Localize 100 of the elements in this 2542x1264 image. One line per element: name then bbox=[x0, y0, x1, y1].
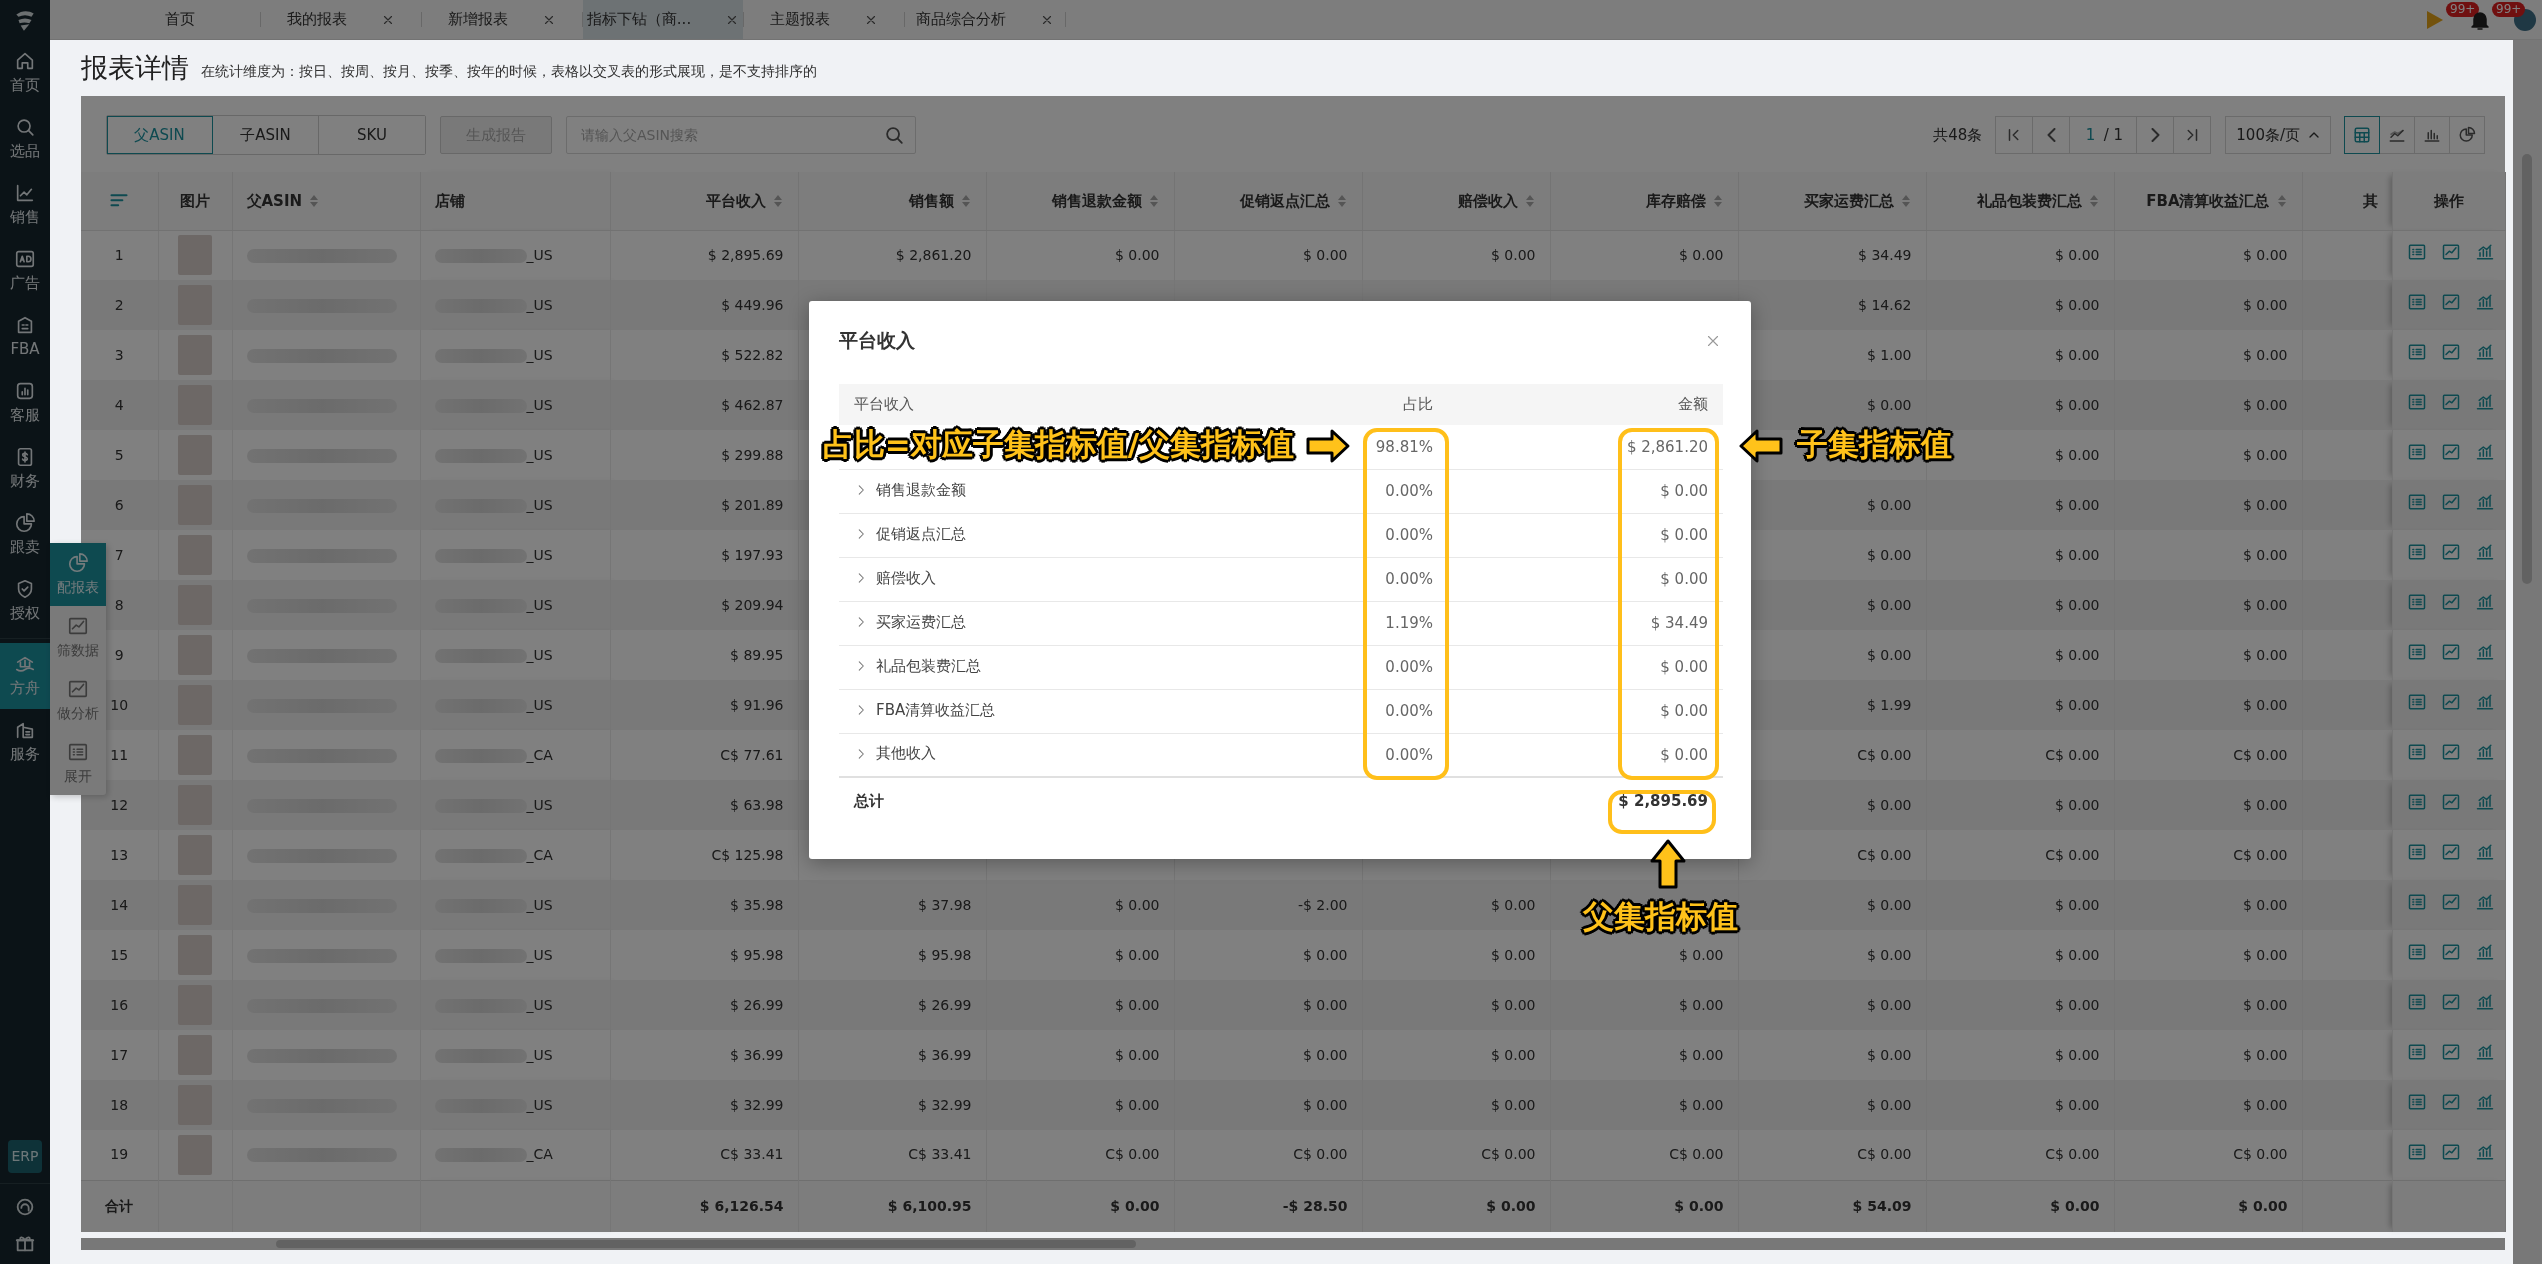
nav-item[interactable]: 财务 bbox=[0, 436, 50, 502]
row-number: 4 bbox=[81, 380, 158, 430]
bar-chart-icon[interactable] bbox=[2474, 692, 2495, 712]
list-icon[interactable] bbox=[2406, 542, 2427, 562]
segment-tab[interactable]: 父ASIN bbox=[107, 116, 213, 154]
line-chart-icon[interactable] bbox=[2440, 442, 2461, 462]
view-toggle-button[interactable] bbox=[2344, 116, 2380, 154]
list-icon[interactable] bbox=[2406, 692, 2427, 712]
tab[interactable]: 首页 bbox=[100, 0, 260, 39]
line-chart-icon[interactable] bbox=[2440, 892, 2461, 912]
nav-item[interactable]: 客服 bbox=[0, 370, 50, 436]
table-cell: $ 0.00 bbox=[986, 930, 1174, 980]
bar-chart-icon[interactable] bbox=[2474, 742, 2495, 762]
flyout-item[interactable]: 配报表 bbox=[50, 543, 106, 606]
photo-placeholder bbox=[178, 435, 212, 475]
nav-item[interactable]: 方舟 bbox=[0, 643, 50, 709]
list-icon[interactable] bbox=[2406, 442, 2427, 462]
tab[interactable]: 主题报表 bbox=[744, 0, 904, 39]
bar-chart-icon[interactable] bbox=[2474, 492, 2495, 512]
bar-chart-icon[interactable] bbox=[2474, 942, 2495, 962]
line-chart-icon[interactable] bbox=[2440, 842, 2461, 862]
line-chart-icon[interactable] bbox=[2440, 392, 2461, 412]
table-cell: $ 0.00 bbox=[1926, 530, 2114, 580]
last-page-button[interactable] bbox=[2173, 116, 2212, 154]
list-icon[interactable] bbox=[2406, 742, 2427, 762]
nav-label: 客服 bbox=[10, 404, 40, 426]
page-size-select[interactable]: 100条/页 bbox=[2225, 116, 2331, 154]
nav-item[interactable]: 广告 bbox=[0, 238, 50, 304]
bar-chart-icon[interactable] bbox=[2474, 842, 2495, 862]
table-cell: $ 26.99 bbox=[798, 980, 986, 1030]
list-icon[interactable] bbox=[2406, 592, 2427, 612]
tab[interactable]: 指标下钻（商... bbox=[583, 0, 743, 39]
line-chart-icon[interactable] bbox=[2440, 342, 2461, 362]
table-cell: $ 0.00 bbox=[2114, 580, 2302, 630]
nav-item[interactable]: 销售 bbox=[0, 172, 50, 238]
bar-chart-icon[interactable] bbox=[2474, 1042, 2495, 1062]
nav-item[interactable]: FBA bbox=[0, 304, 50, 370]
list-icon[interactable] bbox=[2406, 842, 2427, 862]
nav-item[interactable]: 选品 bbox=[0, 106, 50, 172]
list-icon[interactable] bbox=[2406, 1092, 2427, 1112]
photo-placeholder bbox=[178, 235, 212, 276]
next-page-button[interactable] bbox=[2136, 116, 2175, 154]
line-chart-icon[interactable] bbox=[2440, 742, 2461, 762]
bar-chart-icon[interactable] bbox=[2474, 392, 2495, 412]
list-icon[interactable] bbox=[2406, 492, 2427, 512]
bar-chart-icon[interactable] bbox=[2474, 1092, 2495, 1112]
line-chart-icon[interactable] bbox=[2440, 692, 2461, 712]
table-cell: $ 0.00 bbox=[1174, 1080, 1362, 1130]
table-cell: $ 462.87 bbox=[610, 380, 798, 430]
nav-item[interactable]: 授权 bbox=[0, 568, 50, 634]
amount-cell: $ 34.49 bbox=[1448, 601, 1723, 645]
photo-placeholder bbox=[178, 835, 212, 875]
table-cell: C$ 0.00 bbox=[1738, 1130, 1926, 1180]
line-chart-icon[interactable] bbox=[2440, 1092, 2461, 1112]
list-icon[interactable] bbox=[2406, 992, 2427, 1012]
nav-item[interactable]: 首页 bbox=[0, 40, 50, 106]
line-chart-icon[interactable] bbox=[2440, 492, 2461, 512]
tab[interactable]: 我的报表 bbox=[261, 0, 421, 39]
list-icon[interactable] bbox=[2406, 392, 2427, 412]
table-cell: $ 0.00 bbox=[2114, 880, 2302, 930]
line-chart-icon[interactable] bbox=[2440, 592, 2461, 612]
table-cell: $ 26.99 bbox=[610, 980, 798, 1030]
first-page-button[interactable] bbox=[1995, 116, 2034, 154]
table-cell: $ 0.00 bbox=[1926, 580, 2114, 630]
list-icon[interactable] bbox=[2406, 1042, 2427, 1062]
list-icon[interactable] bbox=[2406, 942, 2427, 962]
list-icon[interactable] bbox=[2406, 792, 2427, 812]
previous-page-button[interactable] bbox=[2032, 116, 2071, 154]
nav-item[interactable]: 服务 bbox=[0, 709, 50, 775]
bar-chart-icon[interactable] bbox=[2474, 292, 2495, 312]
list-icon[interactable] bbox=[2406, 642, 2427, 662]
table-cell: $ 299.88 bbox=[610, 430, 798, 480]
count-badge: 99+ bbox=[2492, 2, 2526, 17]
bar-chart-icon[interactable] bbox=[2474, 642, 2495, 662]
line-chart-icon[interactable] bbox=[2440, 642, 2461, 662]
erp-badge[interactable]: ERP bbox=[8, 1140, 42, 1173]
tab[interactable]: 新增报表 bbox=[422, 0, 582, 39]
bar-chart-icon[interactable] bbox=[2474, 992, 2495, 1012]
list-icon[interactable] bbox=[2406, 342, 2427, 362]
bar-chart-icon[interactable] bbox=[2474, 442, 2495, 462]
line-chart-icon[interactable] bbox=[2440, 942, 2461, 962]
bar-chart-icon[interactable] bbox=[2474, 542, 2495, 562]
line-chart-icon[interactable] bbox=[2440, 542, 2461, 562]
list-icon[interactable] bbox=[2406, 292, 2427, 312]
bar-chart-icon[interactable] bbox=[2474, 892, 2495, 912]
line-chart-icon[interactable] bbox=[2440, 292, 2461, 312]
chevron-right-icon bbox=[2150, 128, 2160, 142]
bar-chart-icon[interactable] bbox=[2474, 592, 2495, 612]
line-chart-icon[interactable] bbox=[2440, 1042, 2461, 1062]
tab[interactable]: 商品综合分析 bbox=[905, 0, 1065, 39]
list-icon[interactable] bbox=[2406, 892, 2427, 912]
line-chart-icon[interactable] bbox=[2440, 992, 2461, 1012]
photo-placeholder bbox=[178, 735, 212, 775]
nav-item[interactable]: 跟卖 bbox=[0, 502, 50, 568]
bar-chart-icon[interactable] bbox=[2474, 342, 2495, 362]
search-icon[interactable] bbox=[883, 124, 905, 146]
table-cell: C$ 125.98 bbox=[610, 830, 798, 880]
market-suffix: _US bbox=[526, 296, 553, 313]
line-chart-icon[interactable] bbox=[2440, 792, 2461, 812]
bar-chart-icon[interactable] bbox=[2474, 792, 2495, 812]
